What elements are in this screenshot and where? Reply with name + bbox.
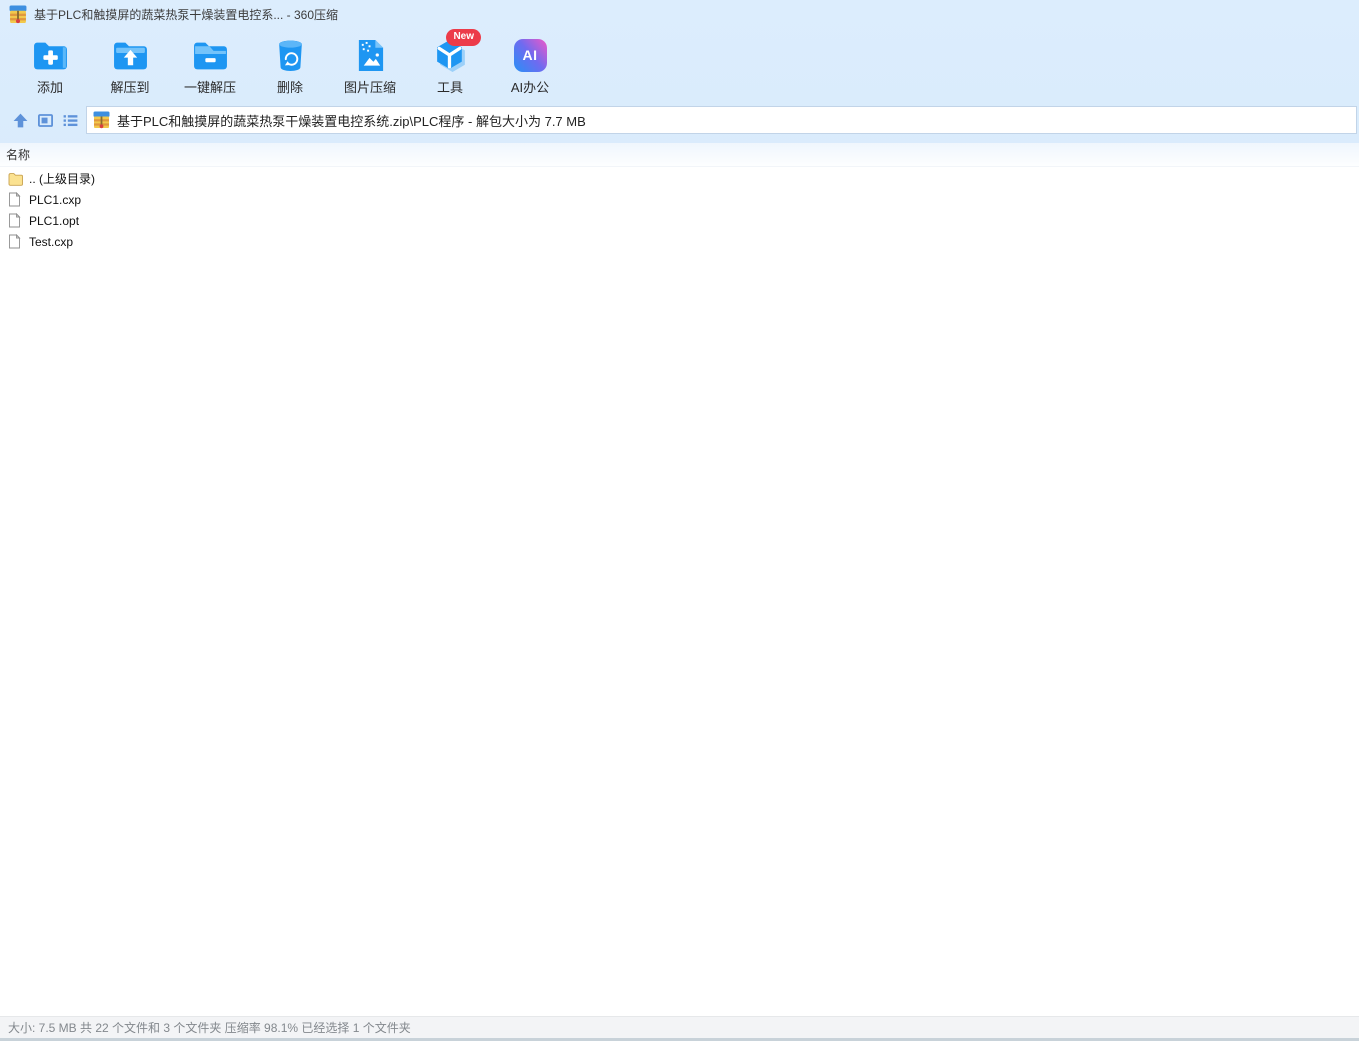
main-toolbar: 添加 解压到 一键解压 删除 图片压缩 New 工具 AI AI办公: [10, 29, 570, 102]
status-bar: 大小: 7.5 MB 共 22 个文件和 3 个文件夹 压缩率 98.1% 已经…: [0, 1016, 1359, 1038]
column-header-name[interactable]: 名称: [0, 143, 1359, 167]
app-window: 基于PLC和触摸屏的蔬菜热泵干燥装置电控系... - 360压缩 添加 解压到: [0, 0, 1359, 1041]
address-path: 基于PLC和触摸屏的蔬菜热泵干燥装置电控系统.zip\PLC程序 - 解包大小为…: [117, 113, 586, 129]
add-label: 添加: [36, 80, 63, 95]
tools-button[interactable]: New 工具: [410, 29, 490, 100]
image-compress-label: 图片压缩: [343, 80, 396, 95]
ai-office-button[interactable]: AI AI办公: [490, 30, 570, 100]
extract-to-button[interactable]: 解压到: [90, 30, 170, 100]
list-item-file[interactable]: PLC1.opt: [0, 210, 1359, 231]
delete-label: 删除: [276, 80, 303, 95]
address-field[interactable]: 基于PLC和触摸屏的蔬菜热泵干燥装置电控系统.zip\PLC程序 - 解包大小为…: [86, 106, 1357, 134]
ai-office-icon: AI: [513, 38, 547, 72]
archive-file-icon: [93, 111, 110, 129]
extract-to-label: 解压到: [110, 80, 150, 95]
image-compress-icon: [358, 39, 383, 71]
one-click-extract-icon: [193, 42, 227, 70]
image-compress-button[interactable]: 图片压缩: [330, 30, 410, 100]
add-folder-icon: [33, 42, 67, 70]
list-item-parent-dir[interactable]: .. (上级目录): [0, 168, 1359, 189]
list-item-name: PLC1.cxp: [29, 192, 82, 207]
file-icon: [9, 234, 21, 249]
list-view-icon[interactable]: [62, 112, 79, 129]
list-item-name: PLC1.opt: [29, 213, 80, 228]
file-list-panel: 名称 .. (上级目录) PLC1.cxp PLC1.opt Test.cxp: [0, 143, 1359, 1016]
up-arrow-icon[interactable]: [12, 112, 29, 129]
list-item-file[interactable]: Test.cxp: [0, 231, 1359, 252]
archive-file-icon: [9, 5, 27, 23]
file-icon: [9, 213, 21, 228]
add-button[interactable]: 添加: [10, 30, 90, 100]
one-click-extract-label: 一键解压: [183, 80, 236, 95]
folder-icon: [8, 172, 23, 186]
one-click-extract-button[interactable]: 一键解压: [170, 30, 250, 100]
title-bar: 基于PLC和触摸屏的蔬菜热泵干燥装置电控系... - 360压缩: [0, 0, 1359, 28]
ai-office-label: AI办公: [510, 80, 550, 95]
new-badge: New: [446, 29, 481, 46]
tools-label: 工具: [436, 80, 463, 95]
file-rows: .. (上级目录) PLC1.cxp PLC1.opt Test.cxp: [0, 167, 1359, 252]
delete-button[interactable]: 删除: [250, 30, 330, 100]
extract-to-icon: [113, 42, 147, 70]
column-header-label: 名称: [6, 148, 31, 162]
list-item-file[interactable]: PLC1.cxp: [0, 189, 1359, 210]
window-title: 基于PLC和触摸屏的蔬菜热泵干燥装置电控系... - 360压缩: [34, 7, 339, 22]
list-item-name: Test.cxp: [29, 234, 74, 249]
list-item-name: .. (上级目录): [29, 172, 95, 186]
status-text: 大小: 7.5 MB 共 22 个文件和 3 个文件夹 压缩率 98.1% 已经…: [8, 1021, 411, 1035]
address-bar: 基于PLC和触摸屏的蔬菜热泵干燥装置电控系统.zip\PLC程序 - 解包大小为…: [0, 103, 1359, 137]
view-panel-icon[interactable]: [37, 112, 54, 129]
file-icon: [9, 192, 21, 207]
delete-icon: [278, 40, 302, 71]
